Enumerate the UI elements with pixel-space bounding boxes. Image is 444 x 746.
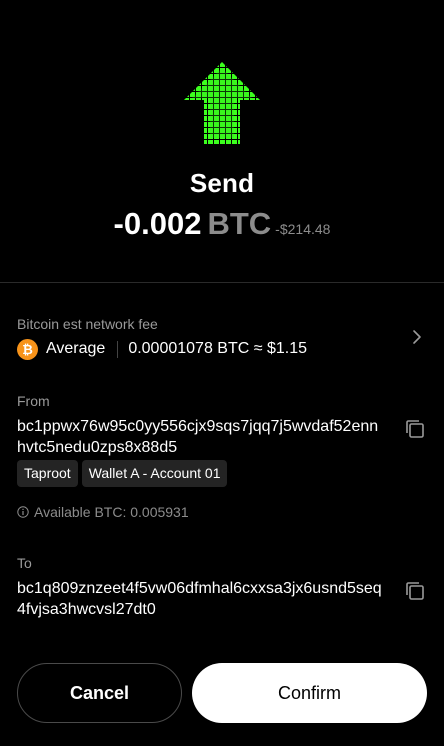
from-address: bc1ppwx76w95c0yy556cjx9sqs7jqq7j5wvdaf52…: [17, 418, 379, 456]
amount-unit: BTC: [207, 206, 272, 241]
amount-value: -0.002: [113, 206, 202, 241]
page-title: Send: [189, 168, 255, 198]
copy-icon[interactable]: [404, 580, 426, 602]
to-label: To: [17, 555, 32, 571]
fee-amount: 0.00001078 BTC ≈ $1.15: [128, 340, 307, 357]
fee-label: Bitcoin est network fee: [17, 316, 158, 332]
amount-usd-value: -$214.48: [275, 221, 331, 237]
account-tag: Wallet A - Account 01: [81, 460, 228, 487]
cancel-button[interactable]: Cancel: [17, 663, 182, 723]
chevron-right-icon[interactable]: [410, 328, 424, 346]
available-balance-text: Available BTC: 0.005931: [34, 504, 189, 520]
arrow-up-icon: [184, 62, 260, 144]
divider: [0, 282, 444, 283]
fee-speed: Average: [46, 340, 106, 357]
fee-separator: [117, 340, 119, 358]
bitcoin-icon: ₿: [17, 338, 38, 360]
fee-selector[interactable]: ₿ Average 0.00001078 BTC ≈ $1.15: [17, 338, 307, 360]
copy-icon[interactable]: [404, 418, 426, 440]
send-amount: -0.002 BTC -$214.48: [0, 206, 444, 242]
to-address: bc1q809znzeet4f5vw06dfmhal6cxxsa3jx6usnd…: [17, 580, 382, 618]
available-balance: Available BTC: 0.005931: [17, 504, 189, 520]
address-type-tag: Taproot: [17, 460, 78, 487]
confirm-button[interactable]: Confirm: [192, 663, 427, 723]
from-tags: Taproot Wallet A - Account 01: [17, 460, 228, 487]
from-label: From: [17, 393, 50, 409]
info-icon: [17, 506, 29, 518]
